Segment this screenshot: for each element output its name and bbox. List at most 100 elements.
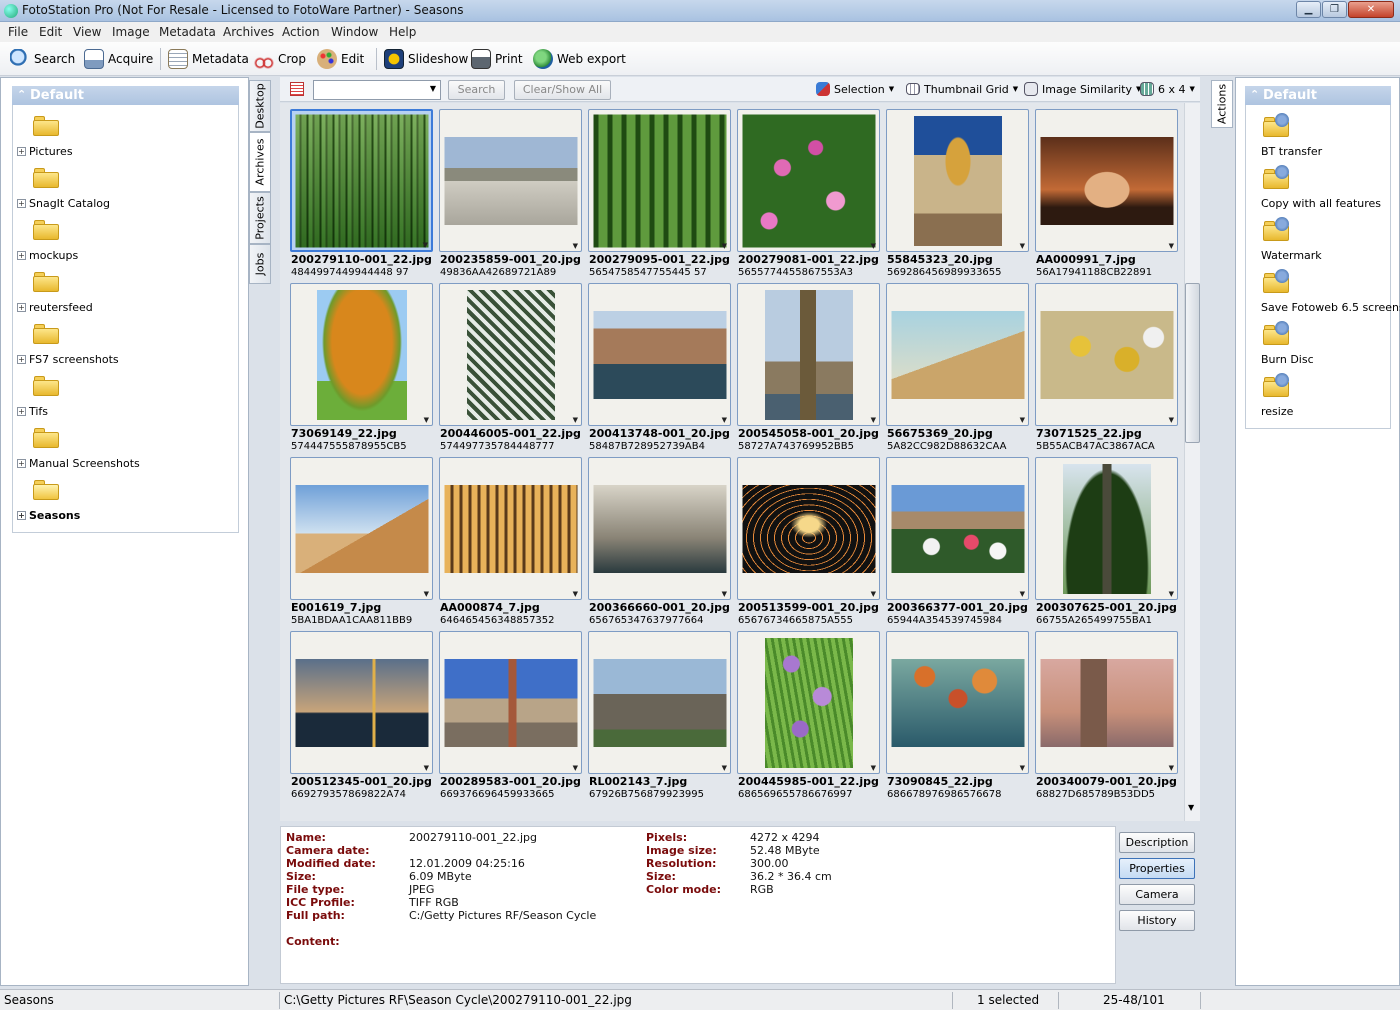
thumbnail-grid-dropdown[interactable]: Thumbnail Grid ▼ <box>906 80 1018 98</box>
chevron-down-icon[interactable]: ▼ <box>1169 242 1174 250</box>
grid-view-icon[interactable] <box>290 82 304 96</box>
chevron-down-icon[interactable]: ▼ <box>424 764 429 772</box>
tab-projects[interactable]: Projects <box>249 192 271 244</box>
thumbnail-frame[interactable]: ▼ <box>290 631 433 774</box>
folder-item-manual-screenshots[interactable]: + Manual Screenshots <box>17 457 140 470</box>
edit-button[interactable]: Edit <box>317 48 364 70</box>
chevron-down-icon[interactable]: ▼ <box>1169 416 1174 424</box>
menu-help[interactable]: Help <box>389 25 416 39</box>
thumbnail-cell[interactable]: ▼ 73069149_22.jpg 574447555878955CB5 <box>290 283 437 457</box>
chevron-down-icon[interactable]: ▼ <box>1169 590 1174 598</box>
folder-item-fs7-screenshots[interactable]: + FS7 screenshots <box>17 353 119 366</box>
crop-button[interactable]: Crop <box>254 48 306 70</box>
history-button[interactable]: History <box>1119 910 1195 931</box>
thumbnail-cell[interactable]: ▼ 200366660-001_20.jpg 65676534763797766… <box>588 457 735 631</box>
scroll-down-icon[interactable]: ▼ <box>1188 803 1194 812</box>
grid-scrollbar[interactable]: ▼ <box>1184 103 1200 821</box>
thumbnail-frame[interactable]: ▼ <box>439 457 582 600</box>
expand-icon[interactable]: + <box>17 251 26 260</box>
menu-metadata[interactable]: Metadata <box>159 25 216 39</box>
slideshow-button[interactable]: Slideshow <box>384 48 468 70</box>
thumbnail-frame[interactable]: ▼ <box>588 631 731 774</box>
menu-window[interactable]: Window <box>331 25 378 39</box>
selection-dropdown[interactable]: Selection ▼ <box>816 80 894 98</box>
thumbnail-cell[interactable]: ▼ 200545058-001_20.jpg 58727A743769952BB… <box>737 283 884 457</box>
tab-archives[interactable]: Archives <box>249 132 271 192</box>
thumbnail-frame[interactable]: ▼ <box>737 109 880 252</box>
chevron-down-icon[interactable]: ▼ <box>722 416 727 424</box>
chevron-down-icon[interactable]: ▼ <box>871 242 876 250</box>
thumbnail-cell[interactable]: ▼ 200512345-001_20.jpg 669279357869822A7… <box>290 631 437 805</box>
thumbnail-cell[interactable]: ▼ 200446005-001_22.jpg 57449773578444877… <box>439 283 586 457</box>
menu-action[interactable]: Action <box>282 25 320 39</box>
clear-show-all-button[interactable]: Clear/Show All <box>514 80 611 100</box>
scrollbar-thumb[interactable] <box>1185 283 1200 443</box>
chevron-down-icon[interactable]: ▼ <box>722 590 727 598</box>
folder-panel-header[interactable]: Default <box>12 85 239 105</box>
thumbnail-frame[interactable]: ▼ <box>1035 457 1178 600</box>
thumbnail-cell[interactable]: ▼ 200413748-001_20.jpg 58487B728952739AB… <box>588 283 735 457</box>
expand-icon[interactable]: + <box>17 303 26 312</box>
thumbnail-frame[interactable]: ▼ <box>737 457 880 600</box>
thumbnail-cell[interactable]: ▼ 200289583-001_20.jpg 66937669645993366… <box>439 631 586 805</box>
expand-icon[interactable]: + <box>17 355 26 364</box>
chevron-down-icon[interactable]: ▼ <box>1020 416 1025 424</box>
thumbnail-frame[interactable]: ▼ <box>1035 109 1178 252</box>
thumbnail-frame[interactable]: ▼ <box>439 283 582 426</box>
expand-icon[interactable]: + <box>17 199 26 208</box>
actions-panel-header[interactable]: Default <box>1245 85 1391 105</box>
thumbnail-frame[interactable]: ▼ <box>290 109 433 252</box>
thumbnail-cell[interactable]: ▼ 200279081-001_22.jpg 5655774455867553A… <box>737 109 884 283</box>
thumbnail-frame[interactable]: ▼ <box>439 631 582 774</box>
acquire-button[interactable]: Acquire <box>84 48 153 70</box>
tab-desktop[interactable]: Desktop <box>249 80 271 132</box>
grid-size-dropdown[interactable]: 6 x 4 ▼ <box>1140 80 1195 98</box>
menu-edit[interactable]: Edit <box>39 25 62 39</box>
menu-image[interactable]: Image <box>112 25 150 39</box>
properties-button[interactable]: Properties <box>1119 858 1195 879</box>
thumbnail-frame[interactable]: ▼ <box>290 283 433 426</box>
chevron-down-icon[interactable]: ▼ <box>871 764 876 772</box>
camera-button[interactable]: Camera <box>1119 884 1195 905</box>
tab-actions[interactable]: Actions <box>1211 80 1233 128</box>
chevron-down-icon[interactable]: ▼ <box>722 242 727 250</box>
thumbnail-cell[interactable]: ▼ 73090845_22.jpg 686678976986576678 <box>886 631 1033 805</box>
chevron-down-icon[interactable]: ▼ <box>871 416 876 424</box>
expand-icon[interactable]: + <box>17 407 26 416</box>
thumbnail-frame[interactable]: ▼ <box>290 457 433 600</box>
print-button[interactable]: Print <box>471 48 523 70</box>
chevron-down-icon[interactable]: ▼ <box>423 241 428 249</box>
thumbnail-frame[interactable]: ▼ <box>886 457 1029 600</box>
expand-icon[interactable]: + <box>17 459 26 468</box>
thumbnail-frame[interactable]: ▼ <box>588 457 731 600</box>
chevron-down-icon[interactable]: ▼ <box>424 416 429 424</box>
thumbnail-cell[interactable]: ▼ 200445985-001_22.jpg 68656965578667699… <box>737 631 884 805</box>
thumbnail-frame[interactable]: ▼ <box>1035 283 1178 426</box>
thumbnail-cell[interactable]: ▼ 73071525_22.jpg 5B55ACB47AC3867ACA <box>1035 283 1182 457</box>
thumbnail-frame[interactable]: ▼ <box>1035 631 1178 774</box>
thumbnail-frame[interactable]: ▼ <box>886 283 1029 426</box>
image-similarity-dropdown[interactable]: Image Similarity ▼ <box>1024 80 1141 98</box>
folder-item-seasons[interactable]: + Seasons <box>17 509 80 522</box>
chevron-down-icon[interactable]: ▼ <box>871 590 876 598</box>
thumbnail-cell[interactable]: ▼ 56675369_20.jpg 5A82CC982D88632CAA <box>886 283 1033 457</box>
folder-item-reutersfeed[interactable]: + reutersfeed <box>17 301 93 314</box>
thumbnail-cell[interactable]: ▼ AA000991_7.jpg 56A17941188CB22891 <box>1035 109 1182 283</box>
chevron-down-icon[interactable]: ▼ <box>722 764 727 772</box>
thumbnail-cell[interactable]: ▼ AA000874_7.jpg 646465456348857352 <box>439 457 586 631</box>
metadata-button[interactable]: Metadata <box>168 48 249 70</box>
thumbnail-frame[interactable]: ▼ <box>886 109 1029 252</box>
grid-search-button[interactable]: Search <box>448 80 505 100</box>
chevron-down-icon[interactable]: ▼ <box>1020 590 1025 598</box>
search-input[interactable]: ▼ <box>313 80 441 100</box>
thumbnail-frame[interactable]: ▼ <box>737 283 880 426</box>
description-button[interactable]: Description <box>1119 832 1195 853</box>
tab-jobs[interactable]: Jobs <box>249 244 271 284</box>
thumbnail-frame[interactable]: ▼ <box>588 283 731 426</box>
expand-icon[interactable]: + <box>17 147 26 156</box>
folder-item-pictures[interactable]: + Pictures <box>17 145 73 158</box>
expand-icon[interactable]: + <box>17 511 26 520</box>
thumbnail-cell[interactable]: ▼ 200366377-001_20.jpg 65944A35453974598… <box>886 457 1033 631</box>
minimize-button[interactable]: ▁ <box>1296 1 1321 18</box>
thumbnail-cell[interactable]: ▼ RL002143_7.jpg 67926B756879923995 <box>588 631 735 805</box>
